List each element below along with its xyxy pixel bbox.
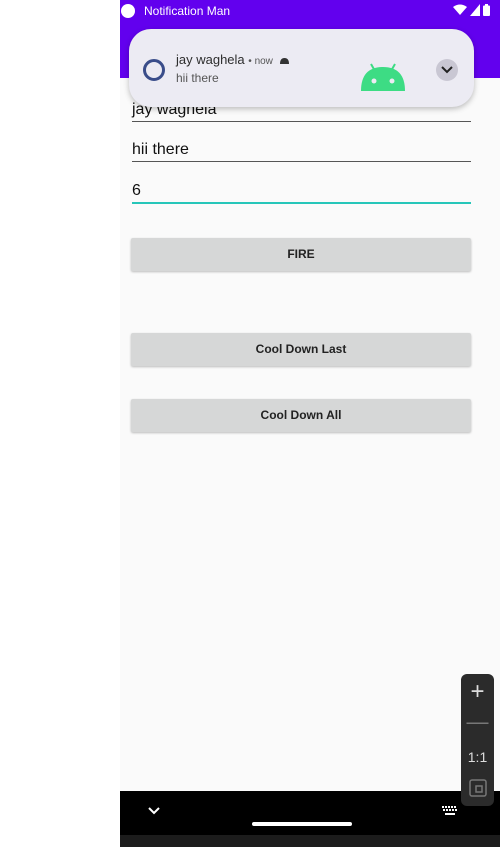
- keyboard-icon[interactable]: [442, 806, 458, 816]
- hide-keyboard-chevron-icon[interactable]: [148, 807, 160, 815]
- cool-down-all-button[interactable]: Cool Down All: [131, 399, 471, 432]
- zoom-fit-button[interactable]: [461, 779, 494, 801]
- heads-up-notification[interactable]: jay waghela • now hii there: [129, 29, 474, 107]
- navigation-bar: [120, 791, 500, 835]
- notification-ring-icon: [143, 59, 165, 81]
- zoom-actual-size-button[interactable]: 1:1: [461, 747, 494, 767]
- zoom-out-button[interactable]: —: [461, 708, 494, 736]
- phone-screen: Notification Man jay waghela hii there 6…: [120, 0, 500, 847]
- fit-screen-icon: [468, 779, 487, 797]
- chevron-down-icon: [441, 66, 453, 74]
- notification-header: jay waghela • now: [176, 52, 289, 67]
- notification-message: hii there: [176, 71, 219, 85]
- status-bar: Notification Man: [120, 0, 500, 22]
- battery-icon: [483, 4, 490, 16]
- notification-dot-icon: [121, 4, 135, 18]
- expand-notification-button[interactable]: [436, 59, 458, 81]
- count-field[interactable]: 6: [132, 181, 471, 204]
- home-gesture-pill[interactable]: [252, 822, 352, 826]
- fire-button[interactable]: FIRE: [131, 238, 471, 271]
- zoom-in-button[interactable]: +: [461, 678, 494, 706]
- emulator-toolbar-strip: [120, 835, 500, 847]
- message-field[interactable]: hii there: [132, 140, 471, 162]
- notification-time: now: [254, 56, 273, 67]
- signal-icon: [470, 4, 480, 16]
- android-logo-icon: [361, 63, 405, 91]
- zoom-panel: + — 1:1: [461, 674, 494, 806]
- status-app-title: Notification Man: [144, 4, 231, 18]
- status-icons: [453, 4, 490, 16]
- wifi-icon: [453, 4, 467, 15]
- android-small-icon: [279, 58, 289, 64]
- cool-down-last-button[interactable]: Cool Down Last: [131, 333, 471, 366]
- notification-sender: jay waghela: [176, 52, 245, 67]
